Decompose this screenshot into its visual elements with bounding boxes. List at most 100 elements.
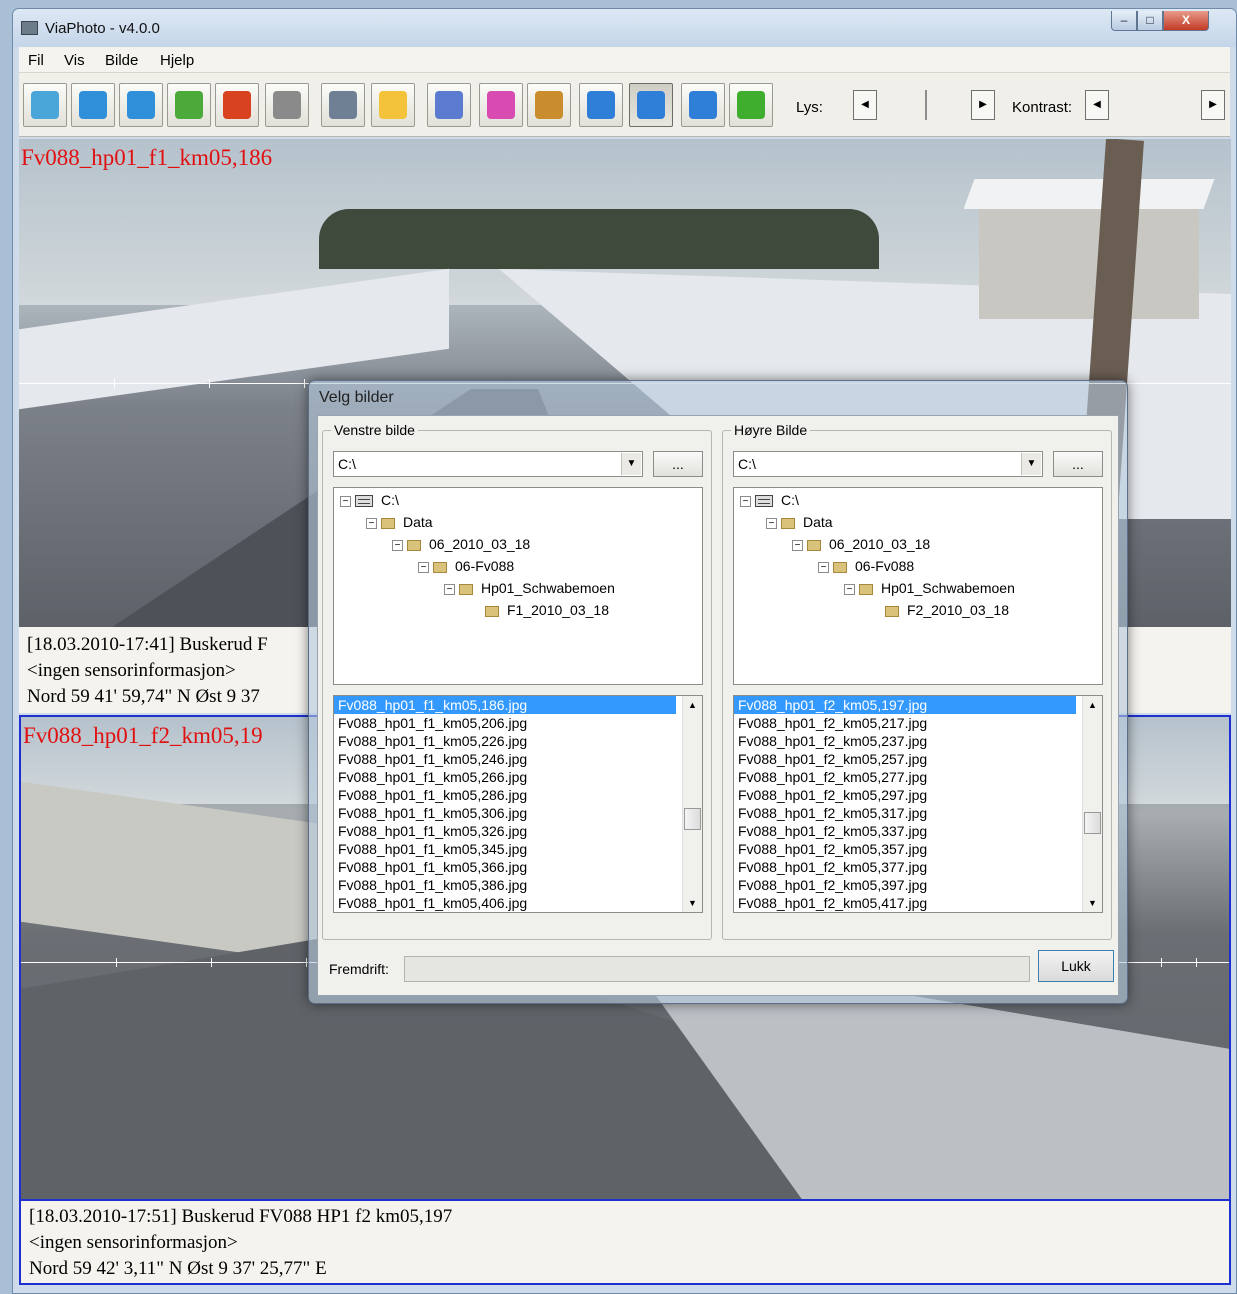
lukk-button[interactable]: Lukk <box>1038 950 1114 982</box>
split-view-button[interactable] <box>629 83 673 127</box>
tree-node[interactable]: − C:\ <box>340 490 399 510</box>
menu-fil[interactable]: Fil <box>28 52 44 69</box>
tree-node[interactable]: − 06-Fv088 <box>818 556 914 576</box>
file-list-item[interactable]: Fv088_hp01_f1_km05,326.jpg <box>334 822 676 840</box>
file-list-item[interactable]: Fv088_hp01_f1_km05,366.jpg <box>334 858 676 876</box>
left-drive-select[interactable]: C:\ ▼ <box>333 451 643 477</box>
dialog-content: Venstre bilde C:\ ▼ ... − C:\ − Data −06_201… <box>317 415 1119 996</box>
mail-button[interactable] <box>371 83 415 127</box>
file-list-item[interactable]: Fv088_hp01_f1_km05,186.jpg <box>334 696 676 714</box>
kontrast-scroll-left-button[interactable]: ◀ <box>1085 90 1109 120</box>
lys-scroll-track[interactable] <box>877 90 977 120</box>
kontrast-scroll-right-button[interactable]: ▶ <box>1201 90 1225 120</box>
tree-node[interactable]: − 06_2010_03_18 <box>392 534 530 554</box>
film-reel-button[interactable] <box>527 83 571 127</box>
menu-bilde[interactable]: Bilde <box>105 52 138 69</box>
file-list-item[interactable]: Fv088_hp01_f1_km05,306.jpg <box>334 804 676 822</box>
right-file-list[interactable]: Fv088_hp01_f2_km05,197.jpg Fv088_hp01_f2_… <box>733 695 1103 913</box>
scroll-down-icon[interactable]: ▼ <box>683 894 702 912</box>
file-list-item[interactable]: Fv088_hp01_f2_km05,217.jpg <box>734 714 1076 732</box>
left-folder-tree[interactable]: − C:\ − Data −06_2010_03_18−06-Fv088− Hp01_Sc… <box>333 487 703 685</box>
right-browse-button[interactable]: ... <box>1053 451 1103 477</box>
kontrast-scroll-track[interactable] <box>1109 90 1205 120</box>
file-list-item[interactable]: Fv088_hp01_f2_km05,297.jpg <box>734 786 1076 804</box>
file-list-item[interactable]: Fv088_hp01_f2_km05,317.jpg <box>734 804 1076 822</box>
left-file-list[interactable]: Fv088_hp01_f1_km05,186.jpg Fv088_hp01_f1_… <box>333 695 703 913</box>
file-list-item[interactable]: Fv088_hp01_f2_km05,197.jpg <box>734 696 1076 714</box>
file-list-item[interactable]: Fv088_hp01_f1_km05,345.jpg <box>334 840 676 858</box>
collapse-toggle-icon[interactable]: − <box>392 539 403 551</box>
tree-node[interactable]: F2_2010_03_18 <box>870 600 1009 620</box>
lys-scroll-left-button[interactable]: ◀ <box>853 90 877 120</box>
file-list-item[interactable]: Fv088_hp01_f1_km05,286.jpg <box>334 786 676 804</box>
file-list-item[interactable]: Fv088_hp01_f1_km05,206.jpg <box>334 714 676 732</box>
scroll-thumb[interactable] <box>684 808 701 830</box>
close-window-button[interactable]: X <box>1163 11 1209 31</box>
undo-arrow-button[interactable] <box>71 83 115 127</box>
checklist-button[interactable] <box>479 83 523 127</box>
file-list-item[interactable]: Fv088_hp01_f2_km05,417.jpg <box>734 894 1076 912</box>
tree-node[interactable]: − 06-Fv088 <box>418 556 514 576</box>
right-image-group: Høyre Bilde C:\ ▼ ... − C:\ − Data −06_2010_… <box>722 422 1112 940</box>
minimize-button[interactable]: – <box>1111 11 1137 31</box>
collapse-toggle-icon[interactable]: − <box>740 495 751 507</box>
chevron-down-icon[interactable]: ▼ <box>621 453 641 475</box>
title-bar[interactable]: ViaPhoto - v4.0.0 – □ X <box>13 9 1236 47</box>
file-list-item[interactable]: Fv088_hp01_f2_km05,337.jpg <box>734 822 1076 840</box>
file-list-item[interactable]: Fv088_hp01_f2_km05,357.jpg <box>734 840 1076 858</box>
file-list-item[interactable]: Fv088_hp01_f2_km05,257.jpg <box>734 750 1076 768</box>
menu-vis[interactable]: Vis <box>64 52 85 69</box>
file-list-item[interactable]: Fv088_hp01_f2_km05,277.jpg <box>734 768 1076 786</box>
file-list-item[interactable]: Fv088_hp01_f1_km05,386.jpg <box>334 876 676 894</box>
file-list-item[interactable]: Fv088_hp01_f2_km05,237.jpg <box>734 732 1076 750</box>
refresh-button[interactable] <box>729 83 773 127</box>
tree-node[interactable]: − Hp01_Schwabemoen <box>844 578 1015 598</box>
scroll-up-icon[interactable]: ▲ <box>683 696 702 714</box>
file-list-item[interactable]: Fv088_hp01_f1_km05,406.jpg <box>334 894 676 912</box>
printer-icon <box>329 91 357 119</box>
file-list-item[interactable]: Fv088_hp01_f1_km05,246.jpg <box>334 750 676 768</box>
right-file-scrollbar[interactable]: ▲ ▼ <box>1082 696 1102 912</box>
scroll-down-icon[interactable]: ▼ <box>1083 894 1102 912</box>
tree-node[interactable]: F1_2010_03_18 <box>470 600 609 620</box>
tree-node[interactable]: − Hp01_Schwabemoen <box>444 578 615 598</box>
printer-button[interactable] <box>321 83 365 127</box>
grid-view-button[interactable] <box>681 83 725 127</box>
redo-arrow-button[interactable] <box>119 83 163 127</box>
single-view-button[interactable] <box>579 83 623 127</box>
collapse-toggle-icon[interactable]: − <box>366 517 377 529</box>
collapse-toggle-icon[interactable]: − <box>766 517 777 529</box>
left-file-scrollbar[interactable]: ▲ ▼ <box>682 696 702 912</box>
file-list-item[interactable]: Fv088_hp01_f2_km05,397.jpg <box>734 876 1076 894</box>
file-list-item[interactable]: Fv088_hp01_f1_km05,226.jpg <box>334 732 676 750</box>
lys-scroll-right-button[interactable]: ▶ <box>971 90 995 120</box>
velg-bilder-dialog: Velg bilder Venstre bilde C:\ ▼ ... − C:\… <box>308 380 1128 1004</box>
file-list-item[interactable]: Fv088_hp01_f2_km05,377.jpg <box>734 858 1076 876</box>
collapse-toggle-icon[interactable]: − <box>818 561 829 573</box>
film-reel-icon <box>535 91 563 119</box>
stop-sign-button[interactable] <box>265 83 309 127</box>
left-browse-button[interactable]: ... <box>653 451 703 477</box>
tree-node[interactable]: − Data <box>366 512 433 532</box>
car-button[interactable] <box>215 83 259 127</box>
collapse-toggle-icon[interactable]: − <box>418 561 429 573</box>
scroll-up-icon[interactable]: ▲ <box>1083 696 1102 714</box>
collapse-toggle-icon[interactable]: − <box>844 583 855 595</box>
copy-button[interactable] <box>427 83 471 127</box>
right-folder-tree[interactable]: − C:\ − Data −06_2010_03_18−06-Fv088− Hp01_Sc… <box>733 487 1103 685</box>
file-list-item[interactable]: Fv088_hp01_f1_km05,266.jpg <box>334 768 676 786</box>
tree-node[interactable]: − Data <box>766 512 833 532</box>
right-drive-select[interactable]: C:\ ▼ <box>733 451 1043 477</box>
lys-scroll-thumb[interactable] <box>913 90 927 120</box>
tree-node[interactable]: − C:\ <box>740 490 799 510</box>
open-image-button[interactable] <box>23 83 67 127</box>
chevron-down-icon[interactable]: ▼ <box>1021 453 1041 475</box>
collapse-toggle-icon[interactable]: − <box>792 539 803 551</box>
menu-hjelp[interactable]: Hjelp <box>160 52 194 69</box>
collapse-toggle-icon[interactable]: − <box>340 495 351 507</box>
scroll-thumb[interactable] <box>1084 812 1101 834</box>
swap-arrows-button[interactable] <box>167 83 211 127</box>
tree-node[interactable]: − 06_2010_03_18 <box>792 534 930 554</box>
maximize-button[interactable]: □ <box>1137 11 1163 31</box>
collapse-toggle-icon[interactable]: − <box>444 583 455 595</box>
